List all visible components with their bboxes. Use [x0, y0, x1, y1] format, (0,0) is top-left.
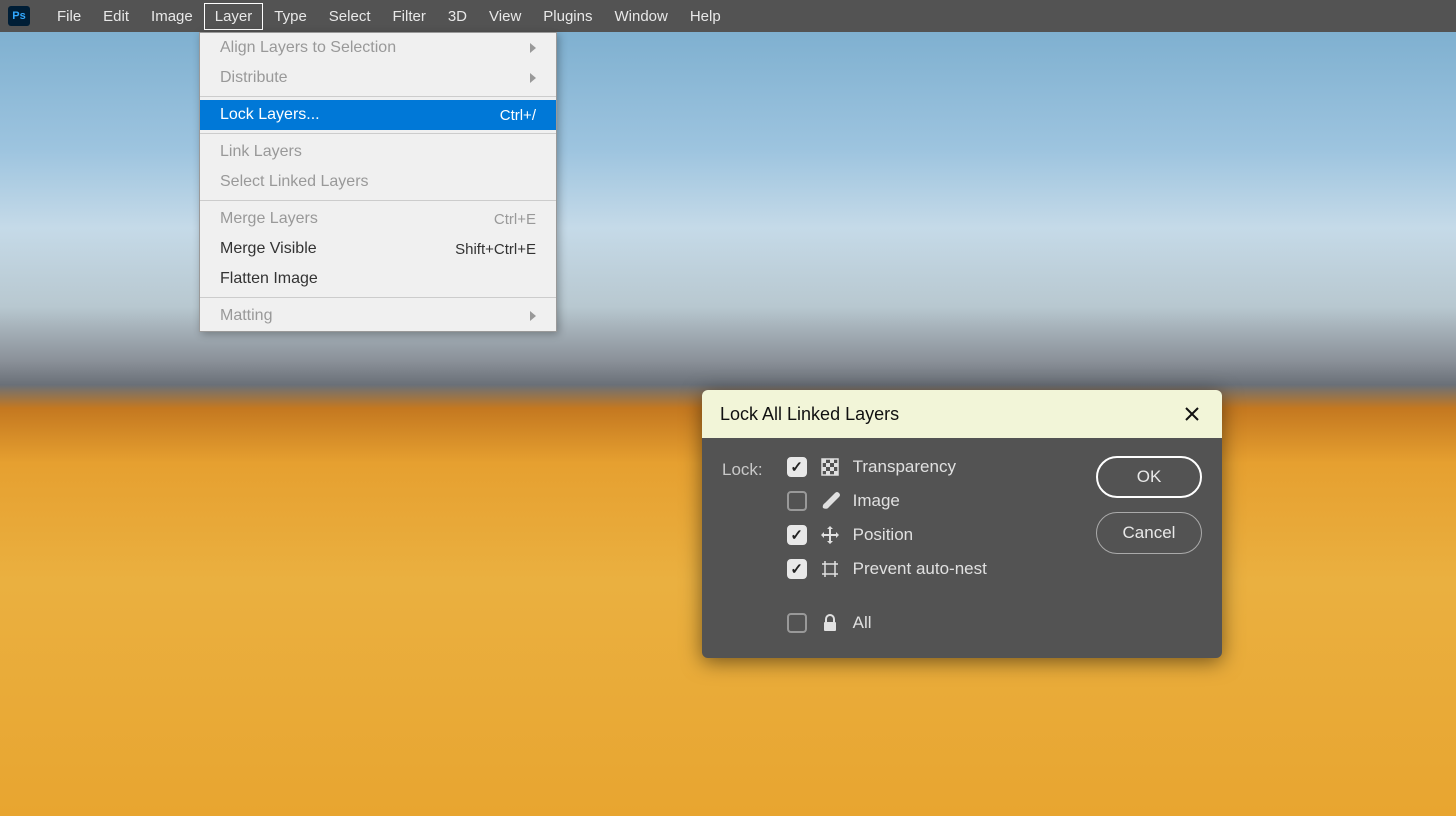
close-icon[interactable] [1180, 402, 1204, 426]
artboard-icon [819, 558, 841, 580]
menu-separator [200, 96, 556, 97]
lock-option-prevent-auto-nest: Prevent auto-nest [787, 558, 1072, 580]
option-label: Image [853, 491, 900, 511]
option-label: Position [853, 525, 913, 545]
menu-item-label: Flatten Image [220, 270, 318, 288]
move-icon [819, 524, 841, 546]
menu-shortcut: Shift+Ctrl+E [455, 241, 536, 258]
option-label: All [853, 613, 872, 633]
menu-item-select-linked-layers: Select Linked Layers [200, 167, 556, 197]
menu-item-label: Merge Visible [220, 240, 317, 258]
menu-image[interactable]: Image [140, 3, 204, 30]
lock-layers-dialog: Lock All Linked Layers Lock: Transparenc… [702, 390, 1222, 658]
menu-select[interactable]: Select [318, 3, 382, 30]
cancel-button[interactable]: Cancel [1096, 512, 1202, 554]
menu-item-matting: Matting [200, 301, 556, 331]
menu-plugins[interactable]: Plugins [532, 3, 603, 30]
menu-item-merge-visible[interactable]: Merge Visible Shift+Ctrl+E [200, 234, 556, 264]
dialog-buttons: OK Cancel [1096, 456, 1202, 634]
menu-item-label: Distribute [220, 69, 288, 87]
option-label: Prevent auto-nest [853, 559, 987, 579]
menu-item-lock-layers-[interactable]: Lock Layers... Ctrl+/ [200, 100, 556, 130]
lock-option-position: Position [787, 524, 1072, 546]
menu-item-link-layers: Link Layers [200, 137, 556, 167]
menu-item-label: Merge Layers [220, 210, 318, 228]
checkbox-prevent-auto-nest[interactable] [787, 559, 807, 579]
ok-button[interactable]: OK [1096, 456, 1202, 498]
checkbox-position[interactable] [787, 525, 807, 545]
layer-menu-dropdown: Align Layers to Selection Distribute Lock … [199, 32, 557, 332]
menu-item-label: Lock Layers... [220, 106, 320, 124]
ps-logo-icon: Ps [8, 6, 30, 26]
menu-shortcut: Ctrl+/ [500, 107, 536, 124]
menu-item-label: Align Layers to Selection [220, 39, 396, 57]
menu-filter[interactable]: Filter [382, 3, 437, 30]
chevron-right-icon [530, 43, 536, 53]
dialog-title: Lock All Linked Layers [720, 404, 899, 425]
option-label: Transparency [853, 457, 956, 477]
menu-item-label: Select Linked Layers [220, 173, 369, 191]
chevron-right-icon [530, 311, 536, 321]
checkbox-all[interactable] [787, 613, 807, 633]
chevron-right-icon [530, 73, 536, 83]
menu-window[interactable]: Window [603, 3, 678, 30]
lock-icon [819, 612, 841, 634]
lock-option-all: All [787, 612, 1072, 634]
transparency-icon [819, 456, 841, 478]
menu-item-distribute: Distribute [200, 63, 556, 93]
menu-item-align-layers-to-selection: Align Layers to Selection [200, 33, 556, 63]
menu-help[interactable]: Help [679, 3, 732, 30]
menu-item-flatten-image[interactable]: Flatten Image [200, 264, 556, 294]
dialog-body: Lock: Transparency Image Position Prevent a… [702, 438, 1222, 658]
menu-item-merge-layers: Merge Layers Ctrl+E [200, 204, 556, 234]
menu-edit[interactable]: Edit [92, 3, 140, 30]
menu-shortcut: Ctrl+E [494, 211, 536, 228]
menu-separator [200, 200, 556, 201]
menu-file[interactable]: File [46, 3, 92, 30]
menu-3d[interactable]: 3D [437, 3, 478, 30]
menu-separator [200, 297, 556, 298]
menu-separator [200, 133, 556, 134]
lock-option-image: Image [787, 490, 1072, 512]
lock-label: Lock: [722, 456, 763, 634]
brush-icon [819, 490, 841, 512]
lock-option-transparency: Transparency [787, 456, 1072, 478]
menu-type[interactable]: Type [263, 3, 318, 30]
checkbox-image[interactable] [787, 491, 807, 511]
menu-layer[interactable]: Layer [204, 3, 264, 30]
dialog-header: Lock All Linked Layers [702, 390, 1222, 438]
menu-view[interactable]: View [478, 3, 532, 30]
checkbox-transparency[interactable] [787, 457, 807, 477]
lock-options-column: Transparency Image Position Prevent auto-ne… [787, 456, 1072, 634]
menu-item-label: Matting [220, 307, 272, 325]
menubar: Ps FileEditImageLayerTypeSelectFilter3DV… [0, 0, 1456, 32]
menu-item-label: Link Layers [220, 143, 302, 161]
